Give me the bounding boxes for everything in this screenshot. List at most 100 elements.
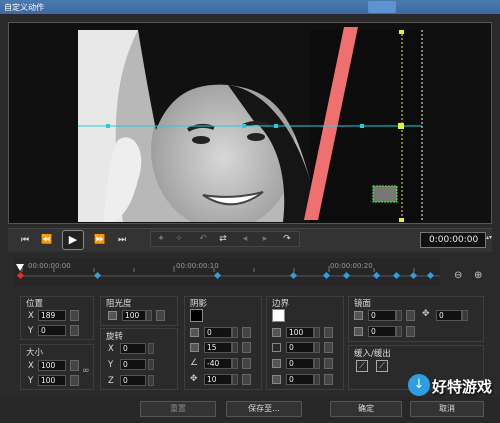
shadow-color-swatch[interactable]: [190, 309, 203, 322]
reset-button[interactable]: 重置: [140, 401, 216, 417]
shadow-distance-input[interactable]: 10: [204, 374, 232, 385]
rotation-y-input[interactable]: 0: [120, 359, 146, 370]
border-round-input[interactable]: 0: [286, 374, 314, 385]
swap-icon[interactable]: ⇄: [216, 232, 230, 246]
shadow-opacity-spin[interactable]: [232, 327, 238, 338]
border-title: 边界: [272, 299, 290, 309]
rotation-x-label: X: [108, 344, 114, 354]
cancel-button[interactable]: 取消: [410, 401, 484, 417]
small-object-box: [372, 185, 398, 203]
save-as-button[interactable]: 保存至...: [226, 401, 302, 417]
fade-title: 缓入/缓出: [354, 349, 391, 359]
size-x-input[interactable]: 100: [38, 360, 66, 371]
mirror-offset-input[interactable]: 0: [436, 310, 462, 321]
border-width-input[interactable]: 0: [286, 342, 314, 353]
move-right-icon[interactable]: ▸: [258, 232, 272, 246]
mirror-opacity-spin[interactable]: [396, 310, 402, 321]
copy-keyframe-icon[interactable]: ↷: [280, 232, 294, 246]
rotation-y-label: Y: [108, 360, 114, 370]
watermark-text: 好特游戏: [432, 378, 493, 396]
rotation-z-input[interactable]: 0: [120, 375, 146, 386]
rotation-y-spin[interactable]: [148, 359, 154, 370]
remove-keyframe-icon[interactable]: ✧: [172, 232, 186, 246]
position-title: 位置: [26, 299, 44, 309]
size-x-dropdown[interactable]: [70, 360, 79, 371]
play-button[interactable]: ▶: [62, 230, 84, 250]
shadow-blur-input[interactable]: 15: [204, 342, 232, 353]
opacity-input[interactable]: 100: [122, 310, 146, 321]
mirror-move-icon: ✥: [422, 309, 430, 319]
border-opacity-input[interactable]: 100: [286, 327, 314, 338]
border-width-dropdown[interactable]: [324, 342, 333, 353]
shadow-title: 阴影: [190, 299, 208, 309]
mirror-fade-input[interactable]: 0: [368, 326, 396, 337]
go-end-icon[interactable]: ⏭: [115, 233, 129, 247]
size-y-dropdown[interactable]: [70, 375, 79, 386]
rotation-x-spin[interactable]: [148, 343, 154, 354]
opacity-icon: [108, 311, 117, 320]
reverse-icon[interactable]: ↶: [196, 232, 210, 246]
position-x-dropdown[interactable]: [70, 310, 79, 321]
opacity-spin[interactable]: [146, 310, 152, 321]
timeline-label-2: 00:00:00:20: [330, 262, 373, 270]
border-opacity-spin[interactable]: [314, 327, 320, 338]
border-opacity-icon: [272, 328, 281, 337]
ok-button[interactable]: 确定: [330, 401, 402, 417]
rotation-z-label: Z: [108, 376, 114, 386]
position-y-label: Y: [28, 326, 34, 336]
angle-icon: ∠: [190, 358, 199, 368]
zoom-out-icon[interactable]: ⊖: [454, 270, 466, 282]
mirror-title: 镜面: [354, 299, 372, 309]
shadow-angle-spin[interactable]: [232, 358, 238, 369]
shadow-distance-dropdown[interactable]: [242, 374, 251, 385]
window-title: 自定义动作: [4, 3, 44, 12]
border-softness-icon: [272, 359, 281, 368]
title-bar: 自定义动作: [0, 0, 500, 14]
position-y-dropdown[interactable]: [70, 325, 79, 336]
shadow-angle-dropdown[interactable]: [242, 358, 251, 369]
size-y-input[interactable]: 100: [38, 375, 66, 386]
mirror-opacity-input[interactable]: 0: [368, 310, 396, 321]
mirror-offset-spin[interactable]: [462, 310, 468, 321]
position-x-label: X: [28, 311, 34, 321]
shadow-angle-input[interactable]: -40: [204, 358, 232, 369]
shadow-distance-spin[interactable]: [232, 374, 238, 385]
mirror-opacity-dropdown[interactable]: [406, 310, 415, 321]
shadow-opacity-input[interactable]: 0: [204, 327, 232, 338]
border-softness-spin[interactable]: [314, 358, 320, 369]
move-left-icon[interactable]: ◂: [238, 232, 252, 246]
size-title: 大小: [26, 348, 44, 358]
opacity-dropdown[interactable]: [156, 310, 165, 321]
mirror-fade-dropdown[interactable]: [406, 326, 415, 337]
zoom-in-icon[interactable]: ⊕: [474, 270, 486, 282]
border-softness-dropdown[interactable]: [324, 358, 333, 369]
position-x-input[interactable]: 189: [38, 310, 66, 321]
ease-out-icon[interactable]: ⟋: [376, 360, 388, 372]
mirror-opacity-icon: [354, 311, 363, 320]
position-y-input[interactable]: 0: [38, 325, 66, 336]
timeline-label-1: 00:00:00:10: [176, 262, 219, 270]
add-keyframe-icon[interactable]: ✦: [154, 232, 168, 246]
border-round-dropdown[interactable]: [324, 374, 333, 385]
timecode-spin-icon[interactable]: ▴▾: [486, 234, 492, 246]
prev-frame-icon[interactable]: ⏪: [40, 233, 54, 247]
timecode-display[interactable]: 0:00:00:00: [420, 232, 486, 248]
go-start-icon[interactable]: ⏮: [18, 233, 32, 247]
shadow-blur-dropdown[interactable]: [242, 342, 251, 353]
mirror-fade-spin[interactable]: [396, 326, 402, 337]
border-softness-input[interactable]: 0: [286, 358, 314, 369]
border-color-swatch[interactable]: [272, 309, 285, 322]
ease-in-icon[interactable]: ⟋: [356, 360, 368, 372]
border-width-spin[interactable]: [314, 342, 320, 353]
shadow-blur-spin[interactable]: [232, 342, 238, 353]
border-opacity-dropdown[interactable]: [324, 327, 333, 338]
shadow-opacity-dropdown[interactable]: [242, 327, 251, 338]
border-round-spin[interactable]: [314, 374, 320, 385]
shadow-blur-icon: [190, 343, 199, 352]
rotation-x-input[interactable]: 0: [120, 343, 146, 354]
next-frame-icon[interactable]: ⏩: [93, 233, 107, 247]
link-icon[interactable]: ∞: [82, 366, 90, 376]
rotation-z-spin[interactable]: [148, 375, 154, 386]
menu-tab[interactable]: [368, 1, 396, 13]
watermark-logo-icon: ↓: [408, 374, 430, 396]
